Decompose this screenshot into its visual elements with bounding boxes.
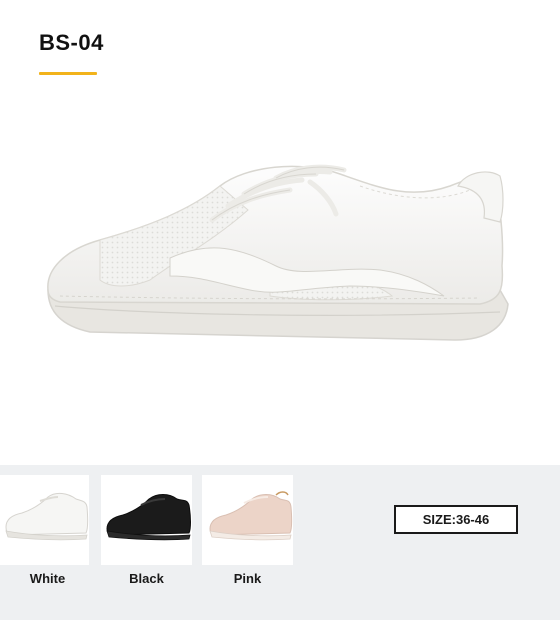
product-title: BS-04 bbox=[39, 30, 104, 55]
product-hero-image bbox=[0, 90, 560, 460]
white-sneaker-icon bbox=[5, 492, 89, 541]
black-sneaker-icon bbox=[106, 494, 191, 541]
variant-label-pink: Pink bbox=[233, 571, 262, 586]
title-accent-underline bbox=[39, 72, 97, 75]
variant-thumbnail-white[interactable] bbox=[0, 475, 89, 565]
variant-thumbnail-pink[interactable] bbox=[202, 475, 293, 565]
size-range-badge: SIZE:36-46 bbox=[394, 505, 518, 534]
variant-label-black: Black bbox=[129, 571, 164, 586]
variant-label-white: White bbox=[29, 571, 66, 586]
pink-sneaker-icon bbox=[209, 491, 293, 541]
variant-thumbnail-black[interactable] bbox=[101, 475, 192, 565]
